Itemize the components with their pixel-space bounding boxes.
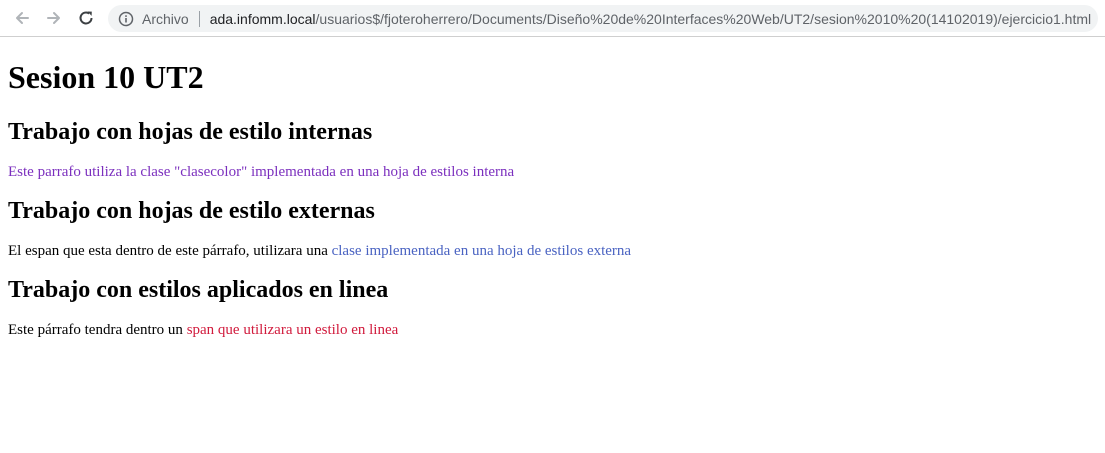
paragraph-inline-text: Este párrafo tendra dentro un xyxy=(8,322,187,338)
paragraph-external: El espan que esta dentro de este párrafo… xyxy=(8,242,1098,260)
span-inline-style: span que utilizara un estilo en linea xyxy=(186,322,399,338)
paragraph-external-text: El espan que esta dentro de este párrafo… xyxy=(8,243,332,259)
back-button[interactable] xyxy=(12,8,32,28)
info-icon[interactable] xyxy=(118,11,134,27)
heading-internal-styles: Trabajo con hojas de estilo internas xyxy=(8,119,373,145)
url-path: /usuarios$/fjoteroherrero/Documents/Dise… xyxy=(315,10,1092,27)
reload-icon xyxy=(77,9,95,27)
span-external-class: clase implementada en una hoja de estilo… xyxy=(331,243,632,259)
paragraph-inline: Este párrafo tendra dentro un span que u… xyxy=(8,321,1098,339)
url-host: ada.infomm.local xyxy=(209,10,316,27)
browser-toolbar: Archivo ada.infomm.local/usuarios$/fjote… xyxy=(0,0,1105,37)
heading-inline-styles: Trabajo con estilos aplicados en linea xyxy=(8,277,389,303)
page-content: Sesion 10 UT2 Trabajo con hojas de estil… xyxy=(8,38,1098,339)
paragraph-clasecolor: Este parrafo utiliza la clase "clasecolo… xyxy=(8,164,515,180)
address-divider xyxy=(198,10,200,27)
page-title: Sesion 10 UT2 xyxy=(8,59,204,95)
address-bar[interactable]: Archivo ada.infomm.local/usuarios$/fjote… xyxy=(108,5,1098,32)
arrow-right-icon xyxy=(45,9,63,27)
heading-external-styles: Trabajo con hojas de estilo externas xyxy=(8,198,375,224)
origin-label: Archivo xyxy=(142,10,189,27)
forward-button[interactable] xyxy=(44,8,64,28)
reload-button[interactable] xyxy=(76,8,96,28)
arrow-left-icon xyxy=(13,9,31,27)
